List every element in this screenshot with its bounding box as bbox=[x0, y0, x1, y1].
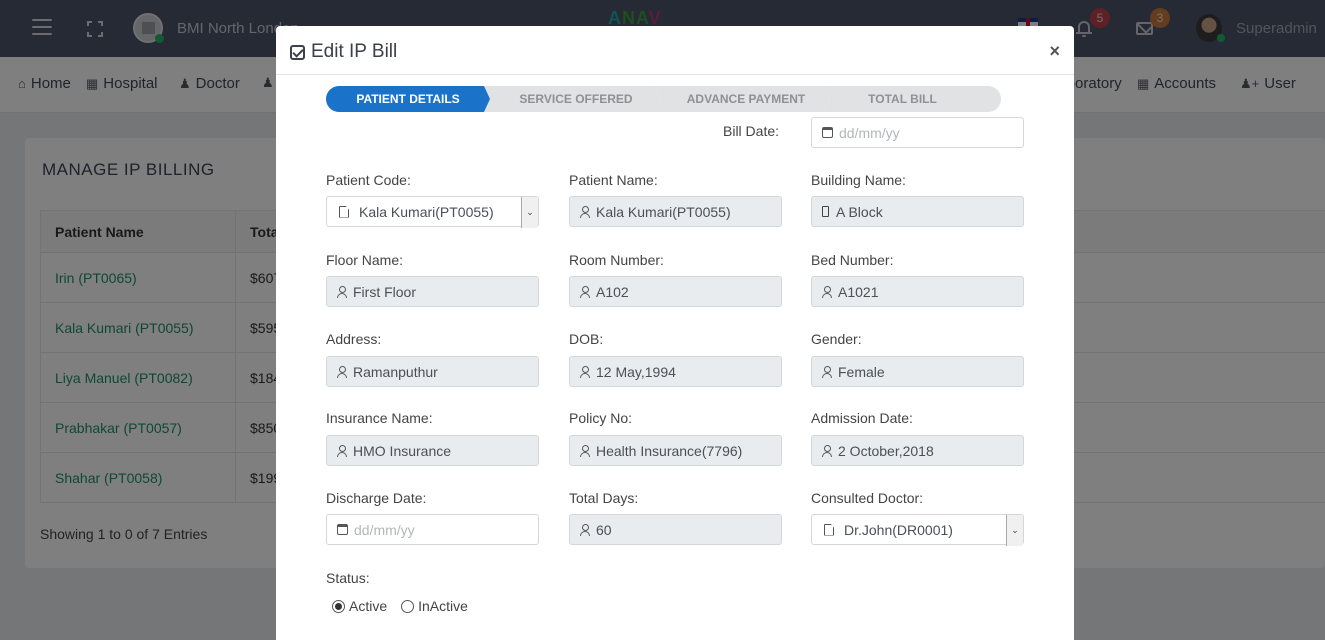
edit-ip-bill-modal: Edit IP Bill × PATIENT DETAILS SERVICE O… bbox=[276, 26, 1074, 640]
file-icon bbox=[339, 205, 349, 218]
patient-name-field: Kala Kumari(PT0055) bbox=[569, 196, 782, 227]
discharge-date-input[interactable]: dd/mm/yy bbox=[326, 514, 539, 545]
status-inactive-label[interactable]: InActive bbox=[418, 598, 468, 614]
user-icon bbox=[580, 524, 590, 536]
user-icon bbox=[822, 366, 832, 378]
step-patient-details[interactable]: PATIENT DETAILS bbox=[326, 86, 490, 112]
user-icon bbox=[580, 445, 590, 457]
calendar-icon bbox=[337, 524, 348, 535]
check-square-icon bbox=[290, 44, 305, 60]
total-days-field: 60 bbox=[569, 514, 782, 545]
gender-label: Gender: bbox=[811, 331, 862, 347]
bill-date-label: Bill Date: bbox=[723, 123, 780, 139]
policy-no-label: Policy No: bbox=[569, 410, 633, 426]
user-icon bbox=[580, 206, 590, 218]
dob-label: DOB: bbox=[569, 331, 604, 347]
chevron-down-icon[interactable]: ⌄ bbox=[521, 197, 538, 228]
file-icon bbox=[824, 523, 834, 536]
status-label: Status: bbox=[326, 570, 370, 586]
user-icon bbox=[822, 286, 832, 298]
consulted-doctor-select[interactable]: Dr.John(DR0001) ⌄ bbox=[811, 514, 1024, 546]
patient-code-select[interactable]: Kala Kumari(PT0055) ⌄ bbox=[326, 196, 539, 228]
user-icon bbox=[337, 445, 347, 457]
dob-field: 12 May,1994 bbox=[569, 356, 782, 387]
bed-number-label: Bed Number: bbox=[811, 252, 894, 268]
room-number-field: A102 bbox=[569, 276, 782, 307]
patient-code-label: Patient Code: bbox=[326, 172, 411, 188]
address-field: Ramanputhur bbox=[326, 356, 539, 387]
user-icon bbox=[580, 286, 590, 298]
room-number-label: Room Number: bbox=[569, 252, 664, 268]
floor-name-label: Floor Name: bbox=[326, 252, 404, 268]
gender-field: Female bbox=[811, 356, 1024, 387]
user-icon bbox=[580, 366, 590, 378]
chevron-down-icon[interactable]: ⌄ bbox=[1006, 515, 1023, 546]
status-active-label[interactable]: Active bbox=[349, 598, 387, 614]
admission-date-label: Admission Date: bbox=[811, 410, 913, 426]
insurance-name-label: Insurance Name: bbox=[326, 410, 433, 426]
user-icon bbox=[822, 445, 832, 457]
step-total-bill[interactable]: TOTAL BILL bbox=[824, 86, 1001, 112]
total-days-label: Total Days: bbox=[569, 490, 639, 506]
consulted-doctor-label: Consulted Doctor: bbox=[811, 490, 924, 506]
step-advance-payment[interactable]: ADVANCE PAYMENT bbox=[654, 86, 830, 112]
address-label: Address: bbox=[326, 331, 382, 347]
mobile-icon bbox=[822, 206, 829, 217]
calendar-icon bbox=[822, 127, 833, 138]
policy-no-field: Health Insurance(7796) bbox=[569, 435, 782, 466]
user-icon bbox=[337, 366, 347, 378]
close-button[interactable]: × bbox=[1049, 41, 1060, 62]
insurance-name-field: HMO Insurance bbox=[326, 435, 539, 466]
wizard-steps: PATIENT DETAILS SERVICE OFFERED ADVANCE … bbox=[326, 86, 1007, 112]
patient-name-label: Patient Name: bbox=[569, 172, 658, 188]
step-service-offered[interactable]: SERVICE OFFERED bbox=[484, 86, 660, 112]
admission-date-field: 2 October,2018 bbox=[811, 435, 1024, 466]
building-name-label: Building Name: bbox=[811, 172, 906, 188]
status-active-radio[interactable] bbox=[332, 599, 345, 613]
modal-header: Edit IP Bill × bbox=[276, 26, 1074, 75]
discharge-date-label: Discharge Date: bbox=[326, 490, 427, 506]
bill-date-input[interactable]: dd/mm/yy bbox=[811, 117, 1024, 148]
modal-title: Edit IP Bill bbox=[290, 41, 397, 63]
status-radio-group: Active InActive bbox=[332, 598, 468, 614]
status-inactive-radio[interactable] bbox=[401, 599, 415, 613]
floor-name-field: First Floor bbox=[326, 276, 539, 307]
bed-number-field: A1021 bbox=[811, 276, 1024, 307]
user-icon bbox=[337, 286, 347, 298]
building-name-field: A Block bbox=[811, 196, 1024, 227]
